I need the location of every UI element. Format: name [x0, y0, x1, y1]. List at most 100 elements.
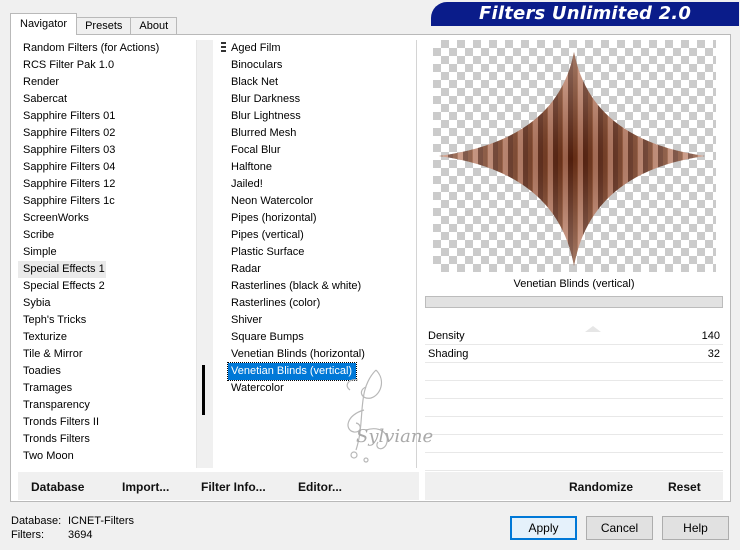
filter-item-label: Shiver	[231, 314, 263, 326]
filter-item[interactable]: Blurred Mesh	[226, 125, 416, 142]
category-item[interactable]: Sapphire Filters 12	[18, 176, 196, 193]
filter-item[interactable]: Rasterlines (color)	[226, 295, 416, 312]
randomize-button[interactable]: Randomize	[569, 472, 633, 500]
category-item[interactable]: Sapphire Filters 01	[18, 108, 196, 125]
cancel-button[interactable]: Cancel	[586, 516, 653, 540]
app-title-banner: Filters Unlimited 2.0	[431, 2, 739, 26]
filter-item-label: Pipes (horizontal)	[231, 212, 317, 224]
category-item-label: Sapphire Filters 1c	[23, 195, 115, 207]
category-item-label: Random Filters (for Actions)	[23, 42, 160, 54]
empty-control-row	[425, 400, 723, 417]
filter-item-label: Focal Blur	[231, 144, 281, 156]
filter-item-label: Binoculars	[231, 59, 283, 71]
shading-control[interactable]: Shading 32	[425, 346, 723, 363]
preview-canvas	[433, 40, 716, 272]
filter-item-label: Black Net	[231, 76, 279, 88]
filter-item[interactable]: Black Net	[226, 74, 416, 91]
category-item[interactable]: Scribe	[18, 227, 196, 244]
filter-item-label: Square Bumps	[231, 331, 304, 343]
database-button[interactable]: Database	[31, 472, 84, 500]
filter-item-label: Venetian Blinds (horizontal)	[231, 348, 365, 360]
filter-item[interactable]: Binoculars	[226, 57, 416, 74]
filter-item[interactable]: Aged Film	[226, 40, 416, 57]
filter-item-label: Aged Film	[231, 42, 281, 54]
category-scrollbar-thumb[interactable]	[202, 365, 205, 415]
category-item[interactable]: Render	[18, 74, 196, 91]
category-item[interactable]: Texturize	[18, 329, 196, 346]
category-item-label: Tramages	[23, 382, 73, 394]
category-item-label: Sapphire Filters 01	[23, 110, 116, 122]
filter-item[interactable]: Plastic Surface	[226, 244, 416, 261]
density-control[interactable]: Density 140	[425, 326, 723, 345]
reset-button[interactable]: Reset	[668, 472, 701, 500]
category-item[interactable]: Sapphire Filters 04	[18, 159, 196, 176]
filter-item-label: Blur Darkness	[231, 93, 301, 105]
filter-item[interactable]: Radar	[226, 261, 416, 278]
category-item-label: Tronds Filters	[23, 433, 90, 445]
filter-item[interactable]: Square Bumps	[226, 329, 416, 346]
category-item[interactable]: Sapphire Filters 03	[18, 142, 196, 159]
category-item[interactable]: Toadies	[18, 363, 196, 380]
category-item-label: Teph's Tricks	[23, 314, 87, 326]
category-item-label: Scribe	[23, 229, 55, 241]
slider-marker-icon	[585, 326, 601, 332]
category-item-label: Sapphire Filters 03	[23, 144, 116, 156]
watermark: Sylviane	[336, 360, 456, 470]
category-item-label: Sapphire Filters 12	[23, 178, 116, 190]
shading-value: 32	[707, 348, 720, 360]
tab-presets[interactable]: Presets	[76, 17, 132, 35]
filter-item-label: Blurred Mesh	[231, 127, 297, 139]
category-item[interactable]: Transparency	[18, 397, 196, 414]
import-button[interactable]: Import...	[122, 472, 169, 500]
category-item-label: Tronds Filters II	[23, 416, 99, 428]
category-item[interactable]: Simple	[18, 244, 196, 261]
category-item[interactable]: Sybia	[18, 295, 196, 312]
apply-button[interactable]: Apply	[510, 516, 577, 540]
category-list[interactable]: Random Filters (for Actions) RCS Filter P…	[18, 40, 196, 468]
category-item-label: Sapphire Filters 02	[23, 127, 116, 139]
category-item-label: Texturize	[23, 331, 68, 343]
empty-control-row	[425, 418, 723, 435]
filter-item[interactable]: Jailed!	[226, 176, 416, 193]
filter-item[interactable]: Pipes (vertical)	[226, 227, 416, 244]
filter-item[interactable]: Pipes (horizontal)	[226, 210, 416, 227]
density-value: 140	[701, 330, 720, 342]
category-item[interactable]: Random Filters (for Actions)	[18, 40, 196, 57]
category-item[interactable]: Sabercat	[18, 91, 196, 108]
category-item-label: Sabercat	[23, 93, 68, 105]
category-item-label: Special Effects 1	[23, 263, 105, 275]
filters-count: 3694	[68, 529, 93, 541]
category-item-label: RCS Filter Pak 1.0	[23, 59, 115, 71]
filter-item[interactable]: Shiver	[226, 312, 416, 329]
category-item[interactable]: Teph's Tricks	[18, 312, 196, 329]
help-button[interactable]: Help	[662, 516, 729, 540]
category-item[interactable]: Special Effects 2	[18, 278, 196, 295]
filter-item[interactable]: Focal Blur	[226, 142, 416, 159]
filter-info-button[interactable]: Filter Info...	[201, 472, 266, 500]
progress-bar	[425, 296, 723, 308]
category-item-label: Render	[23, 76, 60, 88]
category-item[interactable]: Tramages	[18, 380, 196, 397]
category-item[interactable]: RCS Filter Pak 1.0	[18, 57, 196, 74]
category-item[interactable]: Sapphire Filters 02	[18, 125, 196, 142]
filter-item-label: Pipes (vertical)	[231, 229, 304, 241]
filter-item[interactable]: Blur Lightness	[226, 108, 416, 125]
filter-item[interactable]: Halftone	[226, 159, 416, 176]
category-item-label: Simple	[23, 246, 57, 258]
category-item[interactable]: Sapphire Filters 1c	[18, 193, 196, 210]
category-item-label: Two Moon	[23, 450, 74, 462]
filter-item[interactable]: Rasterlines (black & white)	[226, 278, 416, 295]
filter-item[interactable]: Neon Watercolor	[226, 193, 416, 210]
editor-button[interactable]: Editor...	[298, 472, 342, 500]
category-item[interactable]: Special Effects 1	[18, 261, 106, 278]
tab-about[interactable]: About	[130, 17, 178, 35]
category-item[interactable]: Two Moon	[18, 448, 196, 465]
category-item[interactable]: Tronds Filters II	[18, 414, 196, 431]
category-item-label: ScreenWorks	[23, 212, 89, 224]
category-item[interactable]: Tile & Mirror	[18, 346, 196, 363]
category-item-label: Transparency	[23, 399, 90, 411]
tab-navigator[interactable]: Navigator	[10, 13, 78, 35]
category-item[interactable]: Tronds Filters	[18, 431, 196, 448]
filter-item[interactable]: Blur Darkness	[226, 91, 416, 108]
category-item[interactable]: ScreenWorks	[18, 210, 196, 227]
